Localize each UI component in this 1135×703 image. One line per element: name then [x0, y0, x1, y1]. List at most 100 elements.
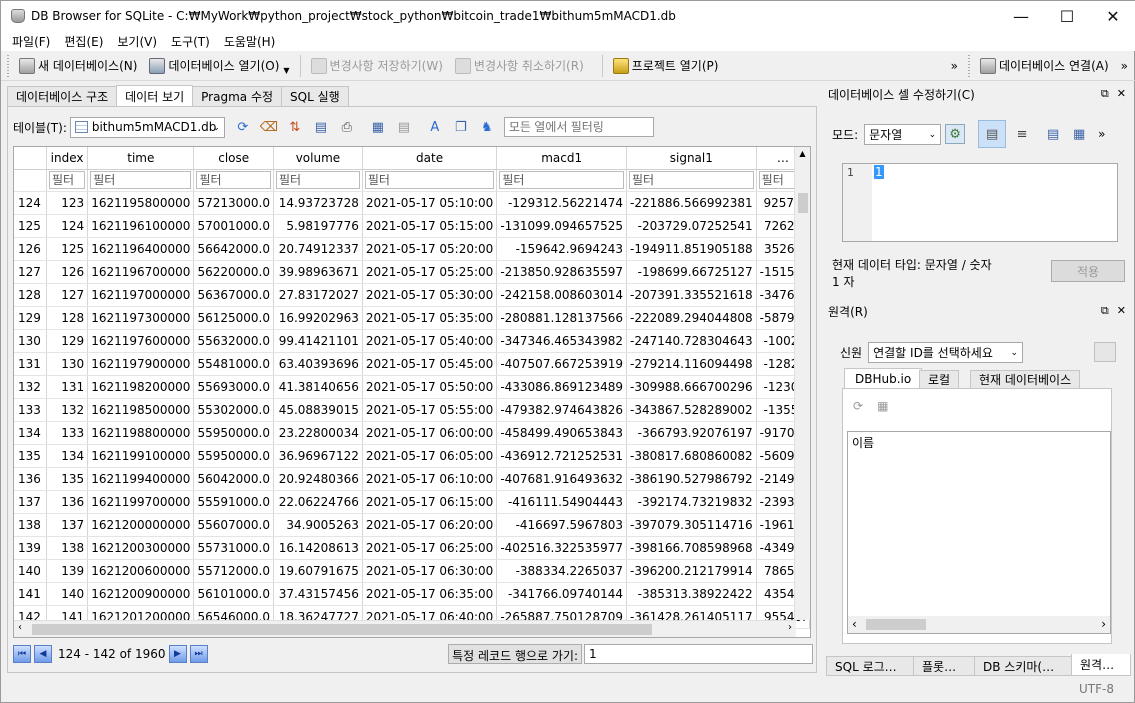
filter-all-columns-input[interactable]	[503, 117, 654, 137]
row-header[interactable]: 141	[14, 582, 47, 606]
list-header-name[interactable]: 이름	[848, 432, 1110, 453]
float-icon[interactable]: ⧉	[1101, 87, 1109, 101]
row-header[interactable]: 126	[14, 237, 47, 261]
sort-icon[interactable]: ⇅	[285, 117, 305, 137]
attach-database-button[interactable]: 데이터베이스 연결(A)	[974, 54, 1115, 78]
table-cell[interactable]: 138	[46, 536, 89, 560]
table-cell[interactable]: 2021-05-17 06:30:00	[362, 559, 498, 583]
table-cell[interactable]: -479382.974643826	[496, 398, 627, 422]
column-filter-input[interactable]: 필터	[90, 171, 192, 189]
table-cell[interactable]: 125	[46, 237, 89, 261]
maximize-button[interactable]: ☐	[1044, 1, 1090, 31]
table-cell[interactable]: 55591000.0	[193, 490, 274, 514]
row-header[interactable]: 125	[14, 214, 47, 238]
table-row[interactable]: 131 130 1621197900000 55481000.0 63.40393696…	[14, 352, 810, 376]
table-cell[interactable]: 1621197000000	[87, 283, 195, 307]
table-cell[interactable]: 129	[46, 329, 89, 353]
table-cell[interactable]: 2021-05-17 05:35:00	[362, 306, 498, 330]
table-cell[interactable]: 2021-05-17 06:15:00	[362, 490, 498, 514]
dock-tab-plot[interactable]: 플롯…	[913, 656, 975, 676]
table-cell[interactable]: 56367000.0	[193, 283, 274, 307]
open-project-button[interactable]: 프로젝트 열기(P)	[607, 54, 725, 78]
table-cell[interactable]: 1621200900000	[87, 582, 195, 606]
table-cell[interactable]: 139	[46, 559, 89, 583]
table-cell[interactable]: -397079.305114716	[626, 513, 757, 537]
menu-view[interactable]: 보기(V)	[110, 33, 164, 50]
row-header[interactable]: 134	[14, 421, 47, 445]
table-cell[interactable]: 55302000.0	[193, 398, 274, 422]
row-header[interactable]: 130	[14, 329, 47, 353]
table-cell[interactable]: 34.9005263	[273, 513, 363, 537]
table-cell[interactable]: 133	[46, 421, 89, 445]
menu-edit[interactable]: 편집(E)	[57, 33, 110, 50]
row-header[interactable]: 138	[14, 513, 47, 537]
table-cell[interactable]: 135	[46, 467, 89, 491]
table-row[interactable]: 134 133 1621198800000 55950000.0 23.22800034…	[14, 421, 810, 445]
mode-select[interactable]: 문자열 ⌄	[864, 123, 942, 145]
table-row[interactable]: 138 137 1621200000000 55607000.0 34.9005263 2…	[14, 513, 810, 537]
table-cell[interactable]: 1621199700000	[87, 490, 195, 514]
table-cell[interactable]: -207391.335521618	[626, 283, 757, 307]
table-cell[interactable]: 2021-05-17 06:20:00	[362, 513, 498, 537]
table-cell[interactable]: -458499.490653843	[496, 421, 627, 445]
table-cell[interactable]: 1621196100000	[87, 214, 195, 238]
identity-action-icon[interactable]	[1094, 342, 1116, 362]
find-replace-icon[interactable]: ♞	[477, 117, 497, 137]
scroll-right-icon[interactable]: ›	[788, 622, 792, 633]
table-cell[interactable]: 131	[46, 375, 89, 399]
row-header[interactable]: 132	[14, 375, 47, 399]
identity-select[interactable]: 연결할 ID를 선택하세요 ⌄	[868, 342, 1024, 363]
table-cell[interactable]: -242158.008603014	[496, 283, 627, 307]
column-header[interactable]: date	[362, 147, 498, 170]
table-cell[interactable]: 55693000.0	[193, 375, 274, 399]
insert-record-icon[interactable]: ▦	[368, 117, 388, 137]
table-cell[interactable]: 1621197300000	[87, 306, 195, 330]
table-cell[interactable]: 1621197600000	[87, 329, 195, 353]
table-cell[interactable]: 56642000.0	[193, 237, 274, 261]
table-row[interactable]: 129 128 1621197300000 56125000.0 16.99202963…	[14, 306, 810, 330]
table-row[interactable]: 141 140 1621200900000 56101000.0 37.43157456…	[14, 582, 810, 606]
table-cell[interactable]: -341766.09740144	[496, 582, 627, 606]
row-header[interactable]: 135	[14, 444, 47, 468]
table-cell[interactable]: 56220000.0	[193, 260, 274, 284]
table-cell[interactable]: 1621195800000	[87, 191, 195, 215]
table-cell[interactable]: 41.38140656	[273, 375, 363, 399]
menu-tools[interactable]: 도구(T)	[164, 33, 217, 50]
table-cell[interactable]: -222089.294044808	[626, 306, 757, 330]
scroll-right-icon[interactable]: ›	[1101, 617, 1106, 631]
new-database-button[interactable]: 새 데이터베이스(N)	[13, 54, 143, 78]
table-cell[interactable]: 55950000.0	[193, 444, 274, 468]
column-header[interactable]: macd1	[496, 147, 627, 170]
table-cell[interactable]: 2021-05-17 05:55:00	[362, 398, 498, 422]
column-filter-input[interactable]: 필터	[275, 171, 360, 189]
refresh-icon[interactable]: ⟳	[853, 399, 863, 413]
table-cell[interactable]: 2021-05-17 06:10:00	[362, 467, 498, 491]
row-header[interactable]: 139	[14, 536, 47, 560]
table-select[interactable]: bithum5mMACD1.db ⌄	[69, 116, 225, 138]
table-cell[interactable]: 2021-05-17 06:05:00	[362, 444, 498, 468]
table-cell[interactable]: -402516.322535977	[496, 536, 627, 560]
table-cell[interactable]: -388334.2265037	[496, 559, 627, 583]
table-cell[interactable]: 36.96967122	[273, 444, 363, 468]
table-row[interactable]: 127 126 1621196700000 56220000.0 39.98963671…	[14, 260, 810, 284]
close-button[interactable]: ✕	[1090, 1, 1135, 31]
table-cell[interactable]: -416111.54904443	[496, 490, 627, 514]
table-cell[interactable]: 55950000.0	[193, 421, 274, 445]
table-cell[interactable]: 2021-05-17 05:50:00	[362, 375, 498, 399]
vertical-scrollbar[interactable]: ▲	[794, 147, 810, 620]
table-row[interactable]: 132 131 1621198200000 55693000.0 41.38140656…	[14, 375, 810, 399]
tab-edit-pragmas[interactable]: Pragma 수정	[192, 86, 283, 106]
table-cell[interactable]: -343867.528289002	[626, 398, 757, 422]
table-cell[interactable]: 2021-05-17 05:45:00	[362, 352, 498, 376]
column-header[interactable]: time	[87, 147, 195, 170]
remote-tab-local[interactable]: 로컬	[919, 370, 960, 388]
open-database-button[interactable]: 데이터베이스 열기(O) ▼	[143, 54, 295, 78]
table-cell[interactable]: 1621196400000	[87, 237, 195, 261]
table-cell[interactable]: 63.40393696	[273, 352, 363, 376]
column-filter-input[interactable]: 필터	[49, 171, 86, 189]
table-row[interactable]: 128 127 1621197000000 56367000.0 27.83172027…	[14, 283, 810, 307]
remote-tab-current-db[interactable]: 현재 데이터베이스	[970, 370, 1081, 388]
horizontal-scrollbar[interactable]: ‹ ›	[848, 616, 1110, 633]
column-filter-input[interactable]: 필터	[196, 171, 271, 189]
table-cell[interactable]: 1621200300000	[87, 536, 195, 560]
